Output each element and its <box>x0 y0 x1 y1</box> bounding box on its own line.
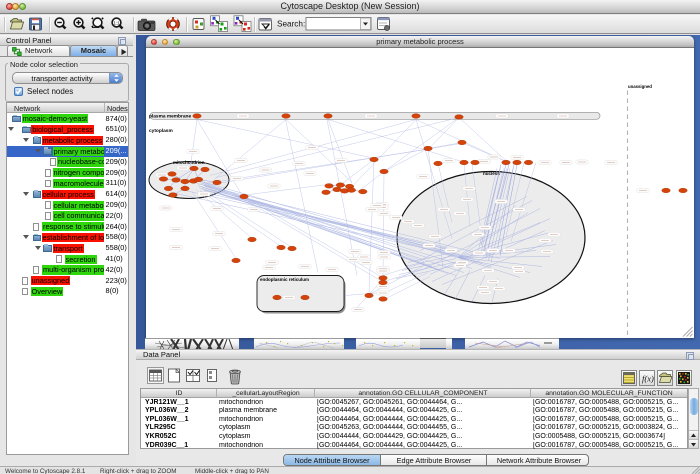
svg-text:plasma membrane: plasma membrane <box>149 114 191 120</box>
svg-text:endoplasmic reticulum: endoplasmic reticulum <box>260 277 309 282</box>
svg-text:1:1: 1:1 <box>113 20 120 25</box>
svg-text:Search:: Search: <box>277 20 305 29</box>
svg-text:unassigned: unassigned <box>628 84 652 89</box>
svg-text:mitochondrion: mitochondrion <box>173 160 205 165</box>
svg-text:cytoplasm: cytoplasm <box>149 128 173 134</box>
svg-text:f(x): f(x) <box>642 374 654 384</box>
svg-text:nucleus: nucleus <box>483 171 501 176</box>
